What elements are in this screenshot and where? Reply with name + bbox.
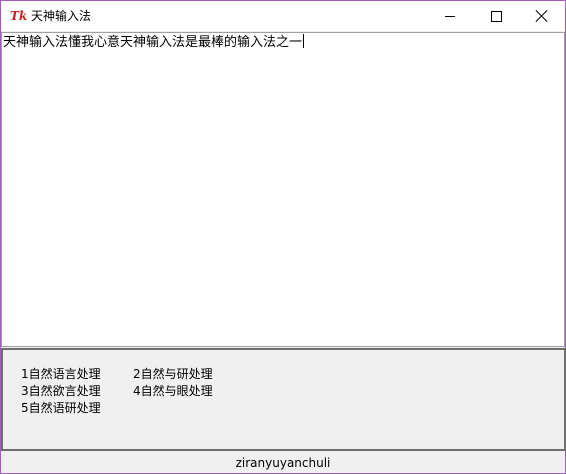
window-title: 天神输入法: [31, 9, 92, 23]
title-bar[interactable]: Tk 天神输入法: [1, 1, 565, 31]
minimize-icon: [445, 15, 455, 17]
maximize-button[interactable]: [473, 1, 519, 31]
text-editor[interactable]: 天神输入法懂我心意天神输入法是最棒的输入法之一: [1, 32, 565, 347]
tk-feather-icon: Tk: [10, 9, 28, 23]
app-window: Tk 天神输入法 天神输入法懂我心意天神输入法是最棒的输入法之一 1自然语言处理…: [0, 0, 566, 474]
candidate-panel: 1自然语言处理 2自然与研处理 3自然欲言处理 4自然与眼处理 5自然语研处理: [1, 348, 566, 451]
maximize-icon: [490, 10, 502, 22]
close-icon: [536, 10, 548, 22]
editor-text-content: 天神输入法懂我心意天神输入法是最棒的输入法之一: [3, 35, 303, 50]
candidate-1[interactable]: 1自然语言处理: [21, 367, 101, 381]
text-caret: [303, 34, 305, 48]
candidate-4[interactable]: 4自然与眼处理: [133, 384, 213, 398]
editor-text: 天神输入法懂我心意天神输入法是最棒的输入法之一: [3, 34, 305, 50]
pinyin-input-label: ziranyuyanchuli: [235, 456, 331, 470]
minimize-button[interactable]: [427, 1, 473, 31]
candidate-3[interactable]: 3自然欲言处理: [21, 384, 101, 398]
candidate-5[interactable]: 5自然语研处理: [21, 401, 101, 415]
close-button[interactable]: [519, 1, 565, 31]
candidate-2[interactable]: 2自然与研处理: [133, 367, 213, 381]
